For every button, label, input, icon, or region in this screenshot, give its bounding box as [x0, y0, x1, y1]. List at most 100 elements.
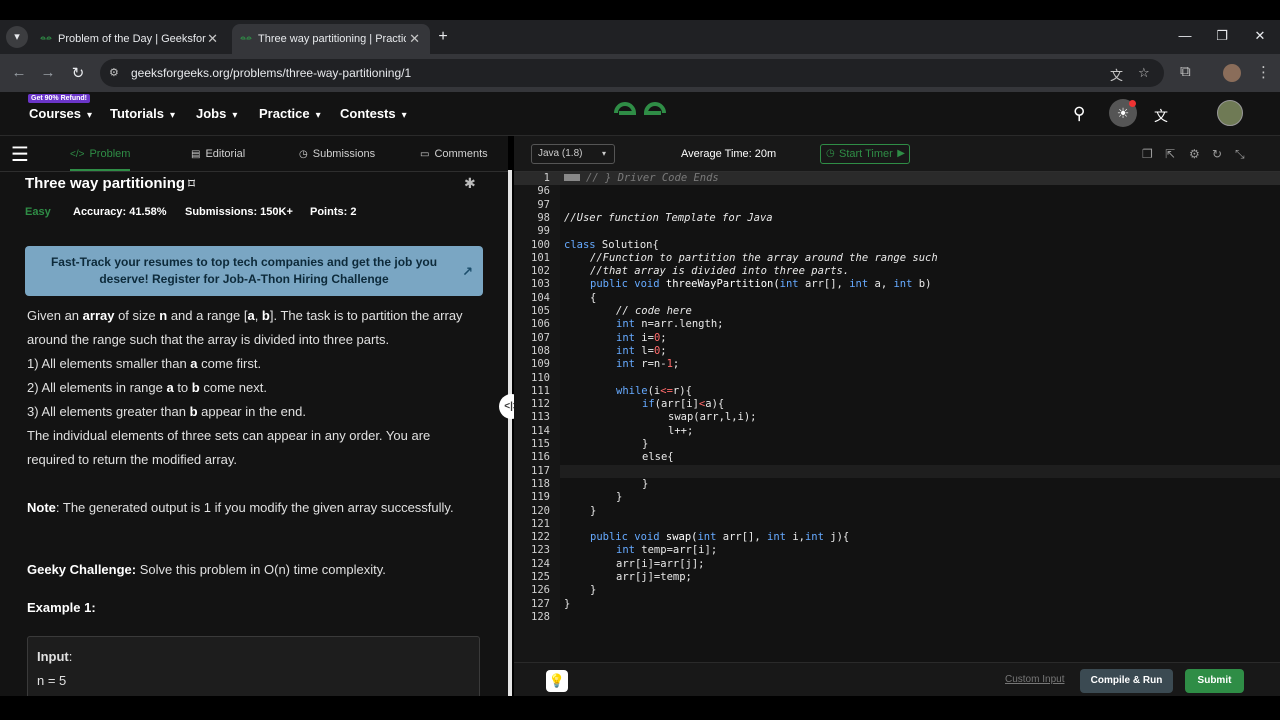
code-line: 96: [514, 185, 1280, 198]
bookmark-star-icon[interactable]: ☆: [1138, 65, 1150, 81]
compile-run-button[interactable]: Compile & Run: [1080, 669, 1173, 693]
line-number: 121: [531, 517, 550, 530]
back-icon[interactable]: ←: [10, 64, 28, 81]
timer-label: Start Timer: [839, 148, 893, 160]
hamburger-menu-icon[interactable]: ☰: [11, 142, 29, 167]
desc-text: come next.: [199, 380, 267, 395]
start-timer-button[interactable]: ◷ Start Timer ▶: [820, 144, 910, 164]
editorial-icon: ▤: [191, 149, 201, 160]
tab-search-icon[interactable]: ▾: [6, 26, 28, 48]
nav-label: Contests: [340, 106, 396, 121]
nav-contests[interactable]: Contests ▾: [340, 106, 407, 121]
code-line: 114 l++;: [514, 425, 1280, 438]
desc-text: and a range [: [167, 308, 248, 323]
tab-comments[interactable]: ▭ Comments: [420, 148, 488, 160]
tab-submissions[interactable]: ◷ Submissions: [299, 148, 375, 160]
code-text: (arr[i]: [654, 398, 699, 411]
desc-bold: a: [190, 356, 198, 371]
code-line: 111 while(i<=r){: [514, 385, 1280, 398]
code-text: swap(arr,l,i);: [668, 411, 757, 424]
forward-icon[interactable]: →: [39, 64, 57, 81]
accuracy-stat: Accuracy: 41.58%: [73, 206, 167, 218]
code-text: }: [616, 491, 623, 504]
extensions-icon[interactable]: ⧉: [1180, 63, 1191, 80]
job-a-thon-banner[interactable]: Fast-Track your resumes to top tech comp…: [25, 246, 483, 296]
problem-scrollbar[interactable]: [508, 170, 512, 696]
upload-icon[interactable]: ⇱: [1165, 147, 1175, 161]
language-select[interactable]: Java (1.8) ▾: [531, 144, 615, 164]
nav-courses[interactable]: Courses ▾: [29, 106, 92, 121]
reset-icon[interactable]: ↻: [1212, 147, 1222, 161]
line-number: 108: [531, 344, 550, 357]
problem-note: Note: The generated output is 1 if you m…: [27, 496, 477, 520]
copy-icon[interactable]: ❐: [1142, 147, 1153, 161]
line-number: 112: [531, 398, 550, 411]
fold-marker-icon[interactable]: [564, 174, 580, 181]
search-icon[interactable]: ⚲: [1073, 104, 1085, 124]
gfg-logo[interactable]: [612, 98, 668, 128]
browser-profile-avatar[interactable]: [1223, 64, 1241, 82]
code-text: r){: [672, 384, 692, 397]
theme-toggle-button[interactable]: ☀: [1109, 99, 1137, 127]
code-text: arr[],: [798, 278, 850, 291]
editor-panel: Java (1.8) ▾ Average Time: 20m ◷ Start Tim…: [514, 136, 1280, 696]
nav-practice[interactable]: Practice ▾: [259, 106, 321, 121]
line-number: 128: [531, 610, 550, 623]
code-text: (i: [647, 384, 661, 397]
code-comment: // } Driver Code Ends: [586, 172, 719, 184]
code-text: arr[j]=temp;: [616, 571, 692, 583]
close-tab-icon[interactable]: ✕: [207, 24, 218, 54]
site-info-icon[interactable]: ⚙: [109, 66, 123, 80]
lightbulb-icon[interactable]: 💡: [546, 670, 568, 692]
new-tab-button[interactable]: +: [434, 24, 452, 50]
gfg-favicon-icon: [40, 36, 52, 40]
address-bar-row: ← → ↻ ⚙ geeksforgeeks.org/problems/three…: [0, 54, 1280, 92]
close-window-icon[interactable]: ✕: [1250, 28, 1270, 44]
user-avatar[interactable]: [1217, 100, 1243, 126]
custom-input-link[interactable]: Custom Input: [1005, 674, 1064, 685]
submit-button[interactable]: Submit: [1185, 669, 1244, 693]
browser-menu-icon[interactable]: ⋮: [1256, 63, 1271, 81]
code-keyword: int: [616, 344, 635, 357]
maximize-icon[interactable]: ❐: [1212, 28, 1232, 44]
geeky-challenge: Geeky Challenge: Solve this problem in O…: [27, 558, 477, 582]
code-line: 118}: [514, 478, 1280, 491]
browser-tab-bar: ▾ Problem of the Day | GeeksforGeeks ✕ T…: [0, 20, 1280, 54]
tab-problem[interactable]: </> Problem: [70, 148, 131, 171]
nav-tutorials[interactable]: Tutorials ▾: [110, 106, 175, 121]
code-keyword: int: [804, 531, 824, 544]
code-line: 97: [514, 199, 1280, 212]
line-number: 123: [531, 544, 550, 557]
minimize-icon[interactable]: —: [1175, 28, 1195, 43]
code-keyword: int: [616, 318, 635, 331]
browser-tab-label: Problem of the Day | GeeksforGeeks: [58, 33, 206, 45]
code-keyword: int: [616, 544, 635, 557]
difficulty-badge: Easy: [25, 206, 51, 218]
close-tab-icon[interactable]: ✕: [409, 24, 420, 54]
browser-tab-three-way[interactable]: Three way partitioning | Practice ✕: [232, 24, 430, 54]
translate-icon[interactable]: 文: [1154, 106, 1168, 126]
tab-editorial[interactable]: ▤ Editorial: [191, 148, 245, 160]
report-bug-icon[interactable]: ✱: [464, 175, 476, 192]
desc-text: to: [173, 380, 192, 395]
line-number: 98: [537, 211, 550, 224]
sun-icon: ☀: [1116, 105, 1130, 121]
translate-icon[interactable]: 文: [1110, 65, 1123, 84]
fullscreen-icon[interactable]: ⤡: [1235, 147, 1245, 162]
problem-panel: ☰ </> Problem ▤ Editorial ◷ Submissions ▭ Co…: [0, 136, 508, 696]
nav-jobs[interactable]: Jobs ▾: [196, 106, 237, 121]
code-editor[interactable]: 1 // } Driver Code Ends 96 97 98 //User fu…: [514, 172, 1280, 662]
code-text: ;: [660, 331, 667, 344]
settings-icon[interactable]: ⚙: [1189, 147, 1200, 161]
code-line: 128: [514, 611, 1280, 624]
desc-bold: a: [247, 308, 255, 323]
browser-tab-potd[interactable]: Problem of the Day | GeeksforGeeks ✕: [32, 24, 228, 54]
url-bar[interactable]: ⚙ geeksforgeeks.org/problems/three-way-p…: [100, 59, 1164, 87]
line-number: 126: [531, 584, 550, 597]
line-number: 110: [531, 371, 550, 384]
url-text: geeksforgeeks.org/problems/three-way-par…: [131, 66, 412, 80]
reload-icon[interactable]: ↻: [69, 64, 87, 82]
code-line: 101 //Function to partition the array aro…: [514, 252, 1280, 265]
code-keyword: int: [767, 531, 786, 544]
bookmark-icon[interactable]: ⌑: [188, 176, 195, 191]
